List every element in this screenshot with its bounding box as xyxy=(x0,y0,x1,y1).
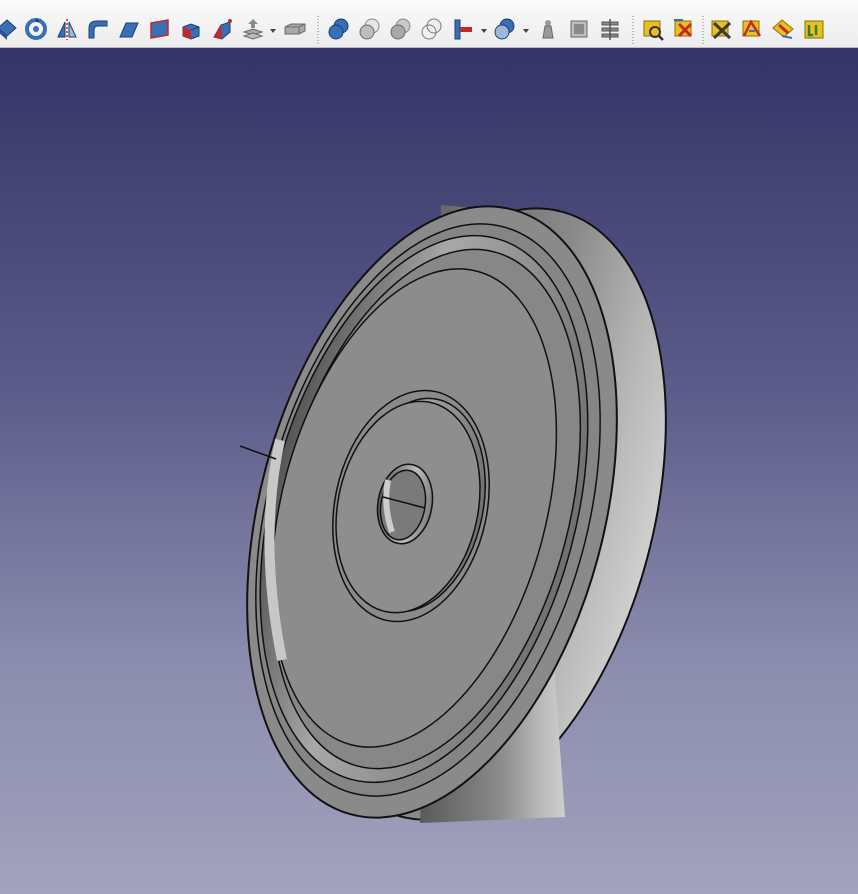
groove-button[interactable] xyxy=(23,16,49,42)
pulley-part[interactable] xyxy=(185,165,728,861)
toggle-3d-icon xyxy=(772,19,794,39)
view-button[interactable] xyxy=(566,16,592,42)
measure-refresh-button[interactable] xyxy=(708,16,734,42)
toggle-3d-button[interactable] xyxy=(770,16,796,42)
toolbar-separator xyxy=(632,16,634,44)
dropdown-arrow-icon xyxy=(523,29,529,33)
wedge-icon xyxy=(213,19,232,40)
measure-button[interactable] xyxy=(535,16,561,42)
mirror-button[interactable] xyxy=(54,16,80,42)
compound-button[interactable] xyxy=(597,16,623,42)
face-icon xyxy=(150,19,169,39)
chamfer-button[interactable] xyxy=(116,16,142,42)
join-dropdown[interactable] xyxy=(480,27,488,35)
dropdown-arrow-icon xyxy=(270,29,276,33)
join-icon xyxy=(454,19,472,40)
toggle-all-icon xyxy=(742,19,762,37)
toolbar-separator xyxy=(702,16,704,44)
box-button[interactable] xyxy=(178,16,204,42)
3d-viewport[interactable] xyxy=(0,48,858,894)
compound-icon xyxy=(601,19,619,40)
union-icon xyxy=(328,18,349,40)
fillet-icon xyxy=(88,20,108,39)
measure-icon xyxy=(542,20,554,39)
extrude-icon xyxy=(242,19,264,40)
toggle-delta-button[interactable] xyxy=(801,16,827,42)
dropdown-arrow-icon xyxy=(481,29,487,33)
join-button[interactable] xyxy=(450,16,476,42)
common-button[interactable] xyxy=(388,16,414,42)
box-icon xyxy=(182,23,200,40)
face-button[interactable] xyxy=(147,16,173,42)
section-icon xyxy=(421,18,442,40)
part-toolbar xyxy=(0,0,858,48)
view-icon xyxy=(570,20,588,38)
revolve-icon xyxy=(0,19,17,40)
revolve-button[interactable] xyxy=(0,16,20,42)
toolbar-separator xyxy=(317,16,319,44)
cut-button[interactable] xyxy=(357,16,383,42)
measure-linear-button[interactable] xyxy=(640,16,666,42)
solid-box-icon xyxy=(284,23,306,35)
common-icon xyxy=(390,18,411,40)
extrude-button[interactable] xyxy=(240,16,266,42)
3d-scene[interactable] xyxy=(0,48,858,894)
union-button[interactable] xyxy=(326,16,352,42)
split-button[interactable] xyxy=(492,16,518,42)
freecad-window xyxy=(0,0,858,894)
toggle-all-button[interactable] xyxy=(739,16,765,42)
split-icon xyxy=(494,18,515,40)
split-dropdown[interactable] xyxy=(522,27,530,35)
measure-linear-icon xyxy=(643,20,664,41)
measure-angular-icon xyxy=(674,19,693,38)
groove-icon xyxy=(25,18,47,40)
toggle-delta-icon xyxy=(804,20,824,39)
section-button[interactable] xyxy=(419,16,445,42)
measure-refresh-icon xyxy=(711,20,732,40)
mirror-icon xyxy=(57,19,77,40)
measure-angular-button[interactable] xyxy=(671,16,697,42)
extrude-dropdown[interactable] xyxy=(269,27,277,35)
fillet-button[interactable] xyxy=(85,16,111,42)
cut-icon xyxy=(359,18,380,40)
wedge-button[interactable] xyxy=(209,16,235,42)
solid-box-button[interactable] xyxy=(282,16,308,42)
chamfer-icon xyxy=(119,22,139,38)
